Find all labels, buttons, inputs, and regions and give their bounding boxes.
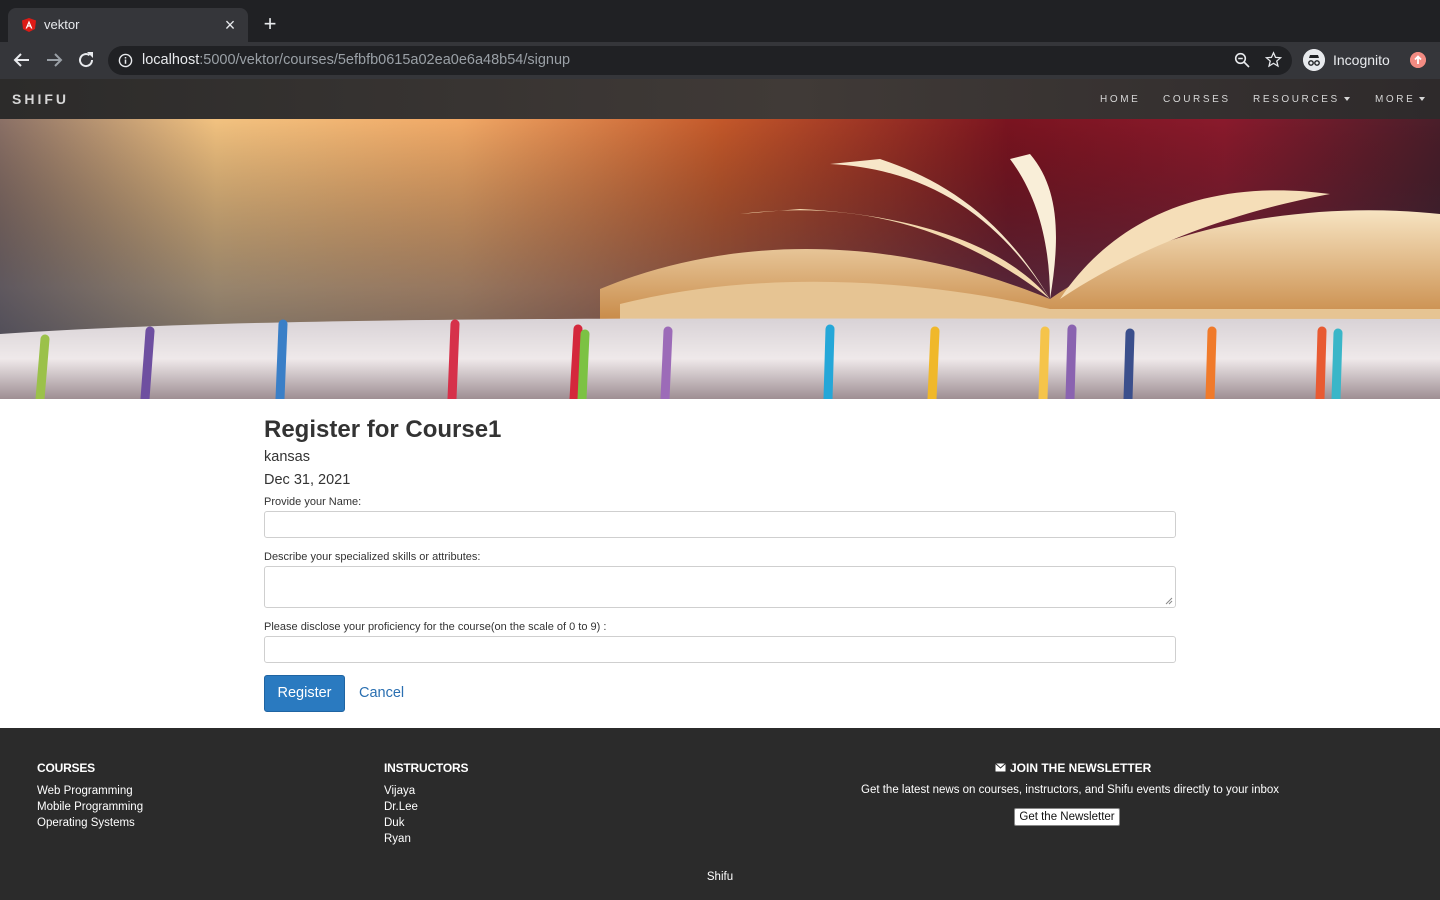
skills-textarea[interactable] [264,566,1176,608]
footer-instructor-link[interactable]: Ryan [384,831,418,847]
nav-more-label: MORE [1375,94,1416,105]
footer-copyright: Shifu [706,871,734,883]
nav-courses[interactable]: COURSES [1163,94,1231,105]
url-path: :5000/vektor/courses/5efbfb0615a02ea0e6a… [199,52,571,68]
footer-course-link[interactable]: Operating Systems [37,815,143,831]
address-bar[interactable]: localhost:5000/vektor/courses/5efbfb0615… [108,46,1292,75]
page-title: Register for Course1 [264,416,502,443]
new-tab-icon[interactable]: + [258,13,282,37]
proficiency-input[interactable] [264,636,1176,663]
course-date: Dec 31, 2021 [264,472,351,488]
newsletter-title: JOIN THE NEWSLETTER [995,761,1151,775]
name-label: Provide your Name: [264,496,362,508]
chevron-down-icon [1419,97,1426,102]
zoom-icon[interactable] [1234,52,1250,68]
site-footer: COURSES Web Programming Mobile Programmi… [0,728,1440,900]
footer-course-link[interactable]: Web Programming [37,783,143,799]
footer-instructor-link[interactable]: Vijaya [384,783,418,799]
chevron-down-icon [1343,97,1350,102]
nav-more[interactable]: MORE [1375,94,1426,105]
footer-course-link[interactable]: Mobile Programming [37,799,143,815]
books-illustration [0,119,1440,399]
hero-banner-image [0,119,1440,399]
footer-instructors-title: INSTRUCTORS [384,761,469,775]
bookmark-star-icon[interactable] [1265,51,1282,68]
footer-instructors-list: Vijaya Dr.Lee Duk Ryan [384,783,418,847]
footer-instructor-link[interactable]: Duk [384,815,418,831]
tab-title: vektor [44,17,80,32]
reload-icon[interactable] [74,48,98,72]
back-arrow-icon[interactable] [10,48,34,72]
envelope-icon [995,763,1006,772]
nav-resources-label: RESOURCES [1253,94,1340,105]
footer-instructor-link[interactable]: Dr.Lee [384,799,418,815]
newsletter-button[interactable]: Get the Newsletter [1014,808,1120,826]
cancel-link[interactable]: Cancel [359,685,404,701]
update-icon[interactable] [1410,52,1426,68]
nav-home[interactable]: HOME [1100,94,1140,105]
proficiency-label: Please disclose your proficiency for the… [264,621,607,633]
forward-arrow-icon[interactable] [42,48,66,72]
info-icon[interactable] [118,53,133,68]
url-host: localhost [142,52,200,68]
tab-close-icon[interactable]: × [220,15,240,35]
newsletter-title-text: JOIN THE NEWSLETTER [1010,761,1152,775]
angular-logo-icon [22,18,36,32]
resize-grip-icon[interactable] [1165,597,1173,605]
footer-courses-title: COURSES [37,761,95,775]
nav-resources[interactable]: RESOURCES [1253,94,1350,105]
footer-courses-list: Web Programming Mobile Programming Opera… [37,783,143,831]
url-text: localhost:5000/vektor/courses/5efbfb0615… [142,52,570,68]
browser-tabstrip: vektor × + [0,0,1440,42]
incognito-icon [1303,49,1325,71]
course-location: kansas [264,449,310,465]
newsletter-description: Get the latest news on courses, instruct… [861,784,1280,796]
site-brand[interactable]: SHIFU [12,91,69,107]
site-navbar: SHIFU HOME COURSES RESOURCES MORE [0,79,1440,119]
name-input[interactable] [264,511,1176,538]
incognito-label: Incognito [1333,52,1390,68]
register-button[interactable]: Register [264,675,345,712]
browser-tab[interactable]: vektor × [8,8,248,42]
browser-toolbar: localhost:5000/vektor/courses/5efbfb0615… [0,42,1440,79]
skills-label: Describe your specialized skills or attr… [264,551,481,563]
